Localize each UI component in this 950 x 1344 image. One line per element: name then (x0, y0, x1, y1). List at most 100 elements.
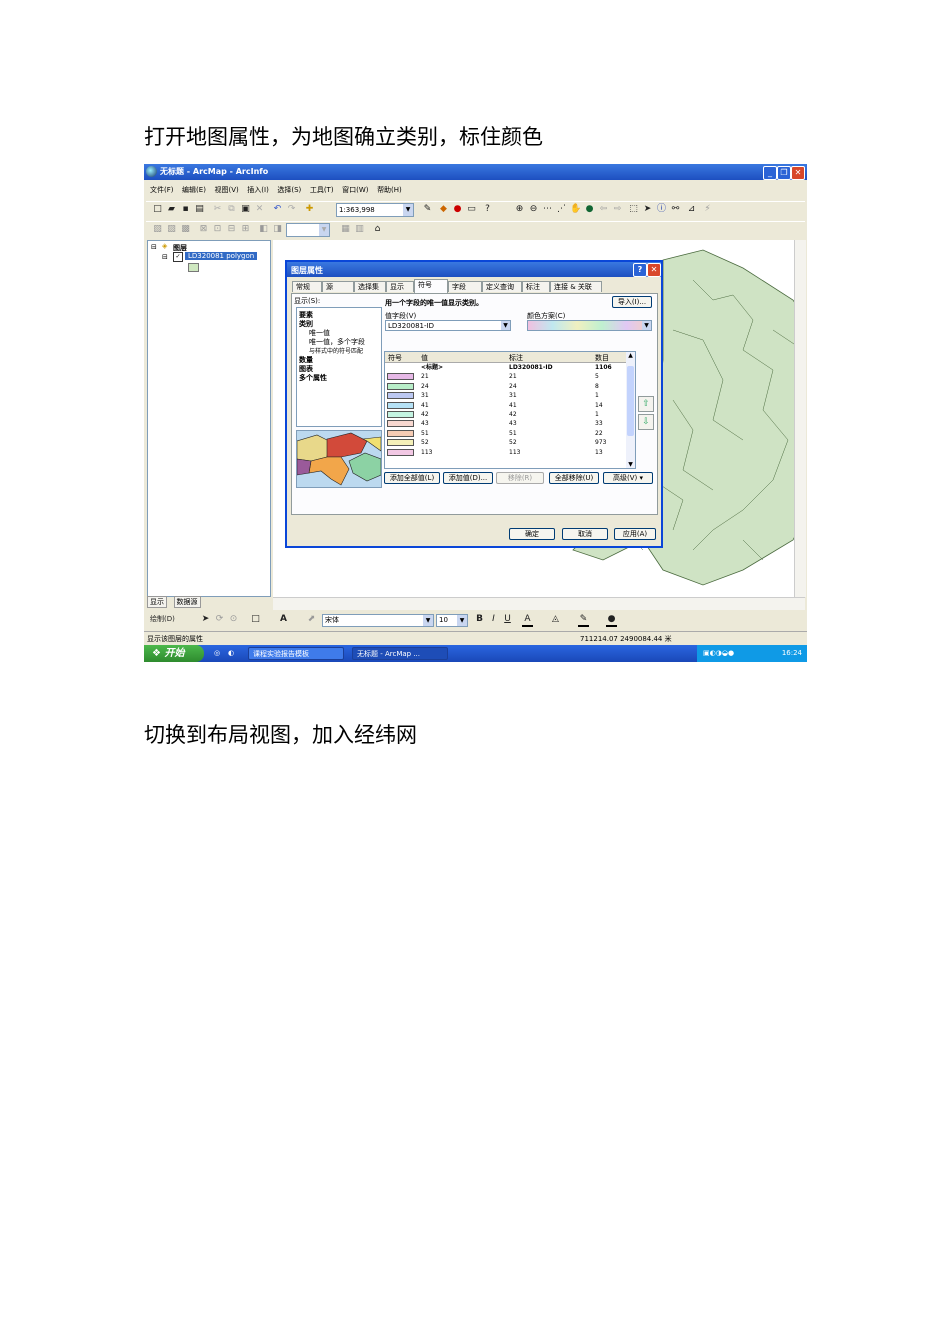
layout-whole-page-icon[interactable]: ⊟ (226, 224, 237, 235)
chevron-down-icon[interactable]: ▼ (457, 615, 467, 626)
remove-all-button[interactable]: 全部移除(U) (549, 472, 599, 484)
layer-collapse-icon[interactable]: ⊟ (162, 253, 168, 261)
font-color-icon[interactable]: A (522, 614, 533, 627)
layout-zoom-in-icon[interactable]: ▧ (152, 224, 163, 235)
toc-tab-source[interactable]: 数据源 (173, 596, 201, 608)
symbol-swatch[interactable] (387, 448, 414, 456)
paste-icon[interactable]: ▣ (240, 204, 251, 215)
font-size-select[interactable]: 10 ▼ (436, 614, 468, 627)
select-pointer-icon[interactable]: ➤ (200, 614, 211, 625)
cancel-button[interactable]: 取消 (562, 528, 608, 540)
layout-icon[interactable]: ▭ (466, 204, 477, 215)
show-item-multiple-attributes[interactable]: 多个属性 (299, 373, 327, 383)
layer-symbol-swatch[interactable] (188, 263, 199, 272)
scroll-up-icon[interactable]: ▲ (626, 352, 635, 359)
change-layout-icon[interactable]: ⌂ (372, 224, 383, 235)
symbol-swatch[interactable] (387, 392, 414, 400)
symbol-swatch[interactable] (387, 429, 414, 437)
table-row[interactable]: 24 24 8 (385, 382, 625, 391)
menu-view[interactable]: 视图(V) (214, 185, 238, 195)
table-scrollbar[interactable]: ▲ ▼ (626, 352, 635, 468)
symbol-swatch[interactable] (387, 401, 414, 409)
layout-pan-icon[interactable]: ▩ (180, 224, 191, 235)
layout-fixed-in-icon[interactable]: ⊠ (198, 224, 209, 235)
tab-general[interactable]: 常规 (292, 281, 322, 292)
help-icon[interactable]: ? (633, 263, 647, 277)
table-row[interactable]: 113 113 13 (385, 448, 625, 457)
table-row[interactable]: 41 41 14 (385, 401, 625, 410)
symbol-swatch[interactable] (387, 373, 414, 381)
tab-joins-relates[interactable]: 连接 & 关联 (550, 281, 602, 292)
rotate-icon[interactable]: ⟳ (214, 614, 225, 625)
tab-source[interactable]: 源 (322, 281, 354, 292)
chevron-down-icon[interactable]: ▼ (642, 321, 651, 330)
redo-icon[interactable]: ↷ (286, 204, 297, 215)
back-arrow-icon[interactable]: ⇦ (598, 204, 609, 215)
zoom-in-icon[interactable]: ⊕ (514, 204, 525, 215)
toggle-draft-icon[interactable]: ▦ (340, 224, 351, 235)
chevron-down-icon[interactable]: ▼ (423, 615, 433, 626)
arctoolbox-icon[interactable]: ◆ (438, 204, 449, 215)
identify-icon[interactable]: ⓘ (656, 204, 667, 215)
toc-tab-display[interactable]: 显示 (147, 596, 167, 608)
find-binoculars-icon[interactable]: ⚯ (670, 204, 681, 215)
fill-color-icon[interactable]: ◬ (550, 614, 561, 625)
chevron-down-icon[interactable]: ▼ (501, 321, 510, 330)
quicklaunch-ie-icon[interactable]: ◎ (214, 649, 220, 657)
menu-tools[interactable]: 工具(T) (310, 185, 334, 195)
chevron-down-icon[interactable]: ▼ (403, 204, 413, 216)
map-scale-input[interactable]: 1:363,998 ▼ (336, 203, 414, 217)
move-up-icon[interactable]: ⇧ (638, 396, 654, 412)
ok-button[interactable]: 确定 (509, 528, 555, 540)
toc-layer-name[interactable]: LD320081 polygon (185, 252, 258, 260)
menu-help[interactable]: 帮助(H) (377, 185, 402, 195)
undo-icon[interactable]: ↶ (272, 204, 283, 215)
table-row[interactable]: 52 52 973 (385, 438, 625, 447)
dialog-close-button[interactable]: ✕ (647, 263, 661, 277)
editor-icon[interactable]: ✎ (422, 204, 433, 215)
rectangle-icon[interactable]: □ (250, 614, 261, 625)
color-scheme-select[interactable]: ▼ (527, 320, 652, 331)
table-row[interactable]: 42 42 1 (385, 410, 625, 419)
toolbox-icon[interactable]: ● (452, 204, 463, 215)
taskbar-item-word[interactable]: 课程实验报告模板 (248, 647, 344, 660)
tab-labels[interactable]: 标注 (522, 281, 550, 292)
symbol-swatch[interactable] (387, 420, 414, 428)
add-all-values-button[interactable]: 添加全部值(L) (384, 472, 440, 484)
copy-icon[interactable]: ⧉ (226, 204, 237, 215)
show-item-match-style[interactable]: 与样式中的符号匹配 (309, 346, 363, 355)
tab-display[interactable]: 显示 (386, 281, 414, 292)
add-values-button[interactable]: 添加值(D)... (443, 472, 493, 484)
symbol-swatch[interactable] (387, 439, 414, 447)
menu-insert[interactable]: 插入(I) (247, 185, 269, 195)
layout-fixed-out-icon[interactable]: ⊡ (212, 224, 223, 235)
layout-100-icon[interactable]: ⊞ (240, 224, 251, 235)
table-row[interactable]: 43 43 33 (385, 419, 625, 428)
advanced-button[interactable]: 高级(V) ▾ (603, 472, 653, 484)
tab-symbology[interactable]: 符号 (414, 279, 448, 293)
cut-icon[interactable]: ✂ (212, 204, 223, 215)
layout-back-icon[interactable]: ◧ (258, 224, 269, 235)
text-tool-icon[interactable]: A (278, 614, 289, 625)
layer-visibility-checkbox[interactable]: ✓ (173, 252, 183, 262)
new-file-icon[interactable]: □ (152, 204, 163, 215)
menu-window[interactable]: 窗口(W) (342, 185, 368, 195)
layout-zoom-out-icon[interactable]: ▨ (166, 224, 177, 235)
table-row[interactable]: 51 51 22 (385, 429, 625, 438)
layout-forward-icon[interactable]: ◨ (272, 224, 283, 235)
scroll-thumb[interactable] (627, 366, 634, 436)
marker-color-icon[interactable]: ● (606, 614, 617, 627)
menu-file[interactable]: 文件(F) (150, 185, 174, 195)
full-extent-icon[interactable]: ● (584, 204, 595, 215)
remove-button[interactable]: 移除(R) (496, 472, 544, 484)
tray-icons[interactable]: ▣◐◑◒● (703, 649, 734, 657)
menu-selection[interactable]: 选择(S) (277, 185, 301, 195)
map-horizontal-scrollbar[interactable] (273, 597, 805, 610)
draw-menu[interactable]: 绘制(D) (150, 614, 184, 625)
underline-icon[interactable]: U (502, 614, 513, 625)
fixed-zoom-out-icon[interactable]: ⋰ (556, 204, 567, 215)
layout-zoom-input[interactable]: ▼ (286, 223, 330, 237)
chevron-down-icon[interactable]: ▼ (319, 224, 329, 236)
tab-definition-query[interactable]: 定义查询 (482, 281, 522, 292)
font-name-select[interactable]: 宋体 ▼ (322, 614, 434, 627)
